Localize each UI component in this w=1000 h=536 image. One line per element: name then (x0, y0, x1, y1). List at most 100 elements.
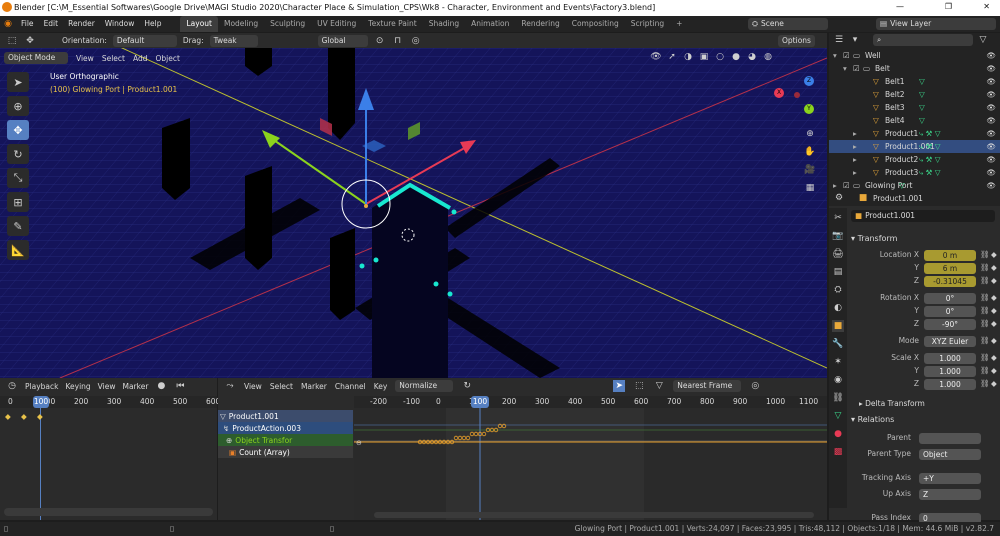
move-tool[interactable]: ✥ (7, 120, 29, 140)
graph-scrollbar[interactable] (374, 512, 814, 518)
camera-icon[interactable]: 🎥 (804, 164, 816, 176)
rotate-tool[interactable]: ↻ (7, 144, 29, 164)
channel-row[interactable]: ↯ ProductAction.003 (218, 422, 353, 434)
outliner-row[interactable]: ▽ Belt4 ▽ 👁 (829, 114, 1000, 127)
expand-arrow-icon[interactable]: ▸ (853, 153, 857, 166)
modifier-icons[interactable]: ⤷ ⚒ ▽ (919, 127, 940, 140)
menu-file[interactable]: File (16, 16, 39, 32)
scale-z-field[interactable]: 1.000 (924, 379, 976, 390)
outliner-row[interactable]: ▸ ▽ Product1 ⤷ ⚒ ▽ 👁 (829, 127, 1000, 140)
menu-timeline-view[interactable]: View (98, 382, 116, 391)
3d-viewport[interactable]: Object Mode View Select Add Object 👁 ➚ ◑… (0, 48, 827, 378)
nav-x-icon[interactable]: X (774, 88, 784, 98)
keyframe-diamond-icon[interactable]: ◆ (991, 306, 997, 315)
rotation-y-field[interactable]: 0° (924, 306, 976, 317)
transform-orientation-dropdown[interactable]: Global (317, 34, 368, 47)
record-icon[interactable]: ● (155, 380, 167, 392)
channel-row[interactable]: ▣ Count (Array) (218, 446, 353, 458)
scale-x-field[interactable]: 1.000 (924, 353, 976, 364)
checkbox-icon[interactable]: ☑ (853, 62, 860, 75)
only-selected-icon[interactable]: ➤ (613, 380, 626, 392)
editor-type-icon[interactable]: ☰ (833, 34, 845, 46)
parent-type-dropdown[interactable]: Object (919, 449, 981, 460)
eye-icon[interactable]: 👁 (986, 75, 996, 88)
world-tab-icon[interactable]: ◐ (832, 302, 844, 314)
menu-graph-channel[interactable]: Channel (335, 382, 366, 391)
keyframe-diamond-icon[interactable]: ◆ (991, 250, 997, 259)
timeline-scrollbar[interactable] (4, 508, 213, 516)
menu-graph-view[interactable]: View (244, 382, 262, 391)
display-mode-icon[interactable]: ▾ (849, 34, 861, 46)
tab-modeling[interactable]: Modeling (218, 16, 264, 32)
outliner-row[interactable]: ▸ ▽ Product2 ⤷ ⚒ ▽ 👁 (829, 153, 1000, 166)
menu-playback[interactable]: Playback (25, 382, 58, 391)
rotation-x-field[interactable]: 0° (924, 293, 976, 304)
tab-uv-editing[interactable]: UV Editing (311, 16, 362, 32)
select-box-icon[interactable]: ⬚ (6, 35, 18, 47)
keyframe-diamond[interactable]: ◆ (37, 412, 43, 421)
modifier-icons[interactable]: ▽ (919, 114, 925, 127)
outliner-search[interactable]: ⌕ (873, 34, 973, 46)
transform-tool[interactable]: ⊞ (7, 192, 29, 212)
keyframe-diamond-icon[interactable]: ◆ (991, 336, 997, 345)
blender-menu-icon[interactable]: ◉ (0, 18, 16, 30)
menu-object[interactable]: Object (155, 54, 179, 63)
xray-icon[interactable]: ▣ (698, 51, 710, 63)
modifier-icons[interactable]: ⤷ ⚒ ▽ (919, 140, 940, 153)
tab-compositing[interactable]: Compositing (566, 16, 625, 32)
delta-transform-header[interactable]: ▸ Delta Transform (859, 399, 925, 408)
pivot-icon[interactable]: ⊙ (374, 35, 386, 47)
close-button[interactable]: ✕ (983, 2, 990, 11)
physics-tab-icon[interactable]: ◉ (832, 374, 844, 386)
rotation-mode-dropdown[interactable]: XYZ Euler (924, 336, 976, 347)
lock-icon[interactable]: ⛓ (980, 293, 990, 302)
data-tab-icon[interactable]: ▽ (832, 410, 844, 422)
scale-tool[interactable]: ⤡ (7, 168, 29, 188)
lock-icon[interactable]: ⛓ (980, 353, 990, 362)
channel-row[interactable]: ⊕ Object Transfor (218, 434, 353, 446)
measure-tool[interactable]: 📐 (7, 240, 29, 260)
location-x-field[interactable]: 0 m (924, 250, 976, 261)
expand-arrow-icon[interactable]: ▸ (853, 127, 857, 140)
outliner-row[interactable]: ▽ Belt3 ▽ 👁 (829, 101, 1000, 114)
scale-y-field[interactable]: 1.000 (924, 366, 976, 377)
rotation-z-field[interactable]: -90° (924, 319, 976, 330)
menu-timeline-marker[interactable]: Marker (122, 382, 148, 391)
eye-icon[interactable]: 👁 (986, 88, 996, 101)
expand-arrow-icon[interactable]: ▸ (853, 166, 857, 179)
annotate-tool[interactable]: ✎ (7, 216, 29, 236)
lock-icon[interactable]: ⛓ (980, 319, 990, 328)
material-tab-icon[interactable]: ● (832, 428, 844, 440)
minimize-button[interactable]: — (896, 2, 904, 11)
tab-texture-paint[interactable]: Texture Paint (362, 16, 422, 32)
output-tab-icon[interactable]: 🖨 (832, 248, 844, 260)
outliner-row[interactable]: ▸ ▽ Product1.001 ⤷ ⚒ ▽ 👁 (829, 140, 1000, 153)
menu-graph-marker[interactable]: Marker (301, 382, 327, 391)
tool-tab-icon[interactable]: ✂ (832, 212, 844, 224)
menu-add[interactable]: Add (133, 54, 148, 63)
menu-keying[interactable]: Keying (65, 382, 90, 391)
tracking-axis-dropdown[interactable]: +Y (919, 473, 981, 484)
texture-tab-icon[interactable]: ▩ (832, 446, 844, 458)
graph-ruler[interactable]: -200 -100 0 100 200 300 400 500 600 700 800 900 1000… (354, 396, 827, 408)
rendered-shading-icon[interactable]: ◍ (762, 51, 774, 63)
normalize-toggle[interactable]: Normalize (395, 380, 454, 392)
zoom-icon[interactable]: ⊕ (804, 128, 816, 140)
auto-normalize-icon[interactable]: ↻ (461, 380, 473, 392)
nav-z-icon[interactable]: Z (804, 76, 814, 86)
tab-layout[interactable]: Layout (180, 16, 218, 32)
lock-icon[interactable]: ⛓ (980, 306, 990, 315)
outliner-row[interactable]: ▸ ▽ Product3 ⤷ ⚒ ▽ 👁 (829, 166, 1000, 179)
object-tab-icon[interactable]: ■ (832, 320, 844, 332)
timeline-current-frame[interactable]: 100 (33, 396, 49, 408)
expand-arrow-icon[interactable]: ▾ (843, 62, 847, 75)
menu-window[interactable]: Window (100, 16, 140, 32)
modifier-icons[interactable]: ▽ (919, 75, 925, 88)
tab-scripting[interactable]: Scripting (625, 16, 670, 32)
pan-hand-icon[interactable]: ✋ (804, 146, 816, 158)
mode-dropdown[interactable]: Object Mode (4, 52, 68, 64)
keyframe-diamond[interactable]: ◆ (5, 412, 11, 421)
keyframe-diamond-icon[interactable]: ◆ (991, 319, 997, 328)
proportional-edit-icon[interactable]: ◎ (410, 35, 422, 47)
up-axis-dropdown[interactable]: Z (919, 489, 981, 500)
